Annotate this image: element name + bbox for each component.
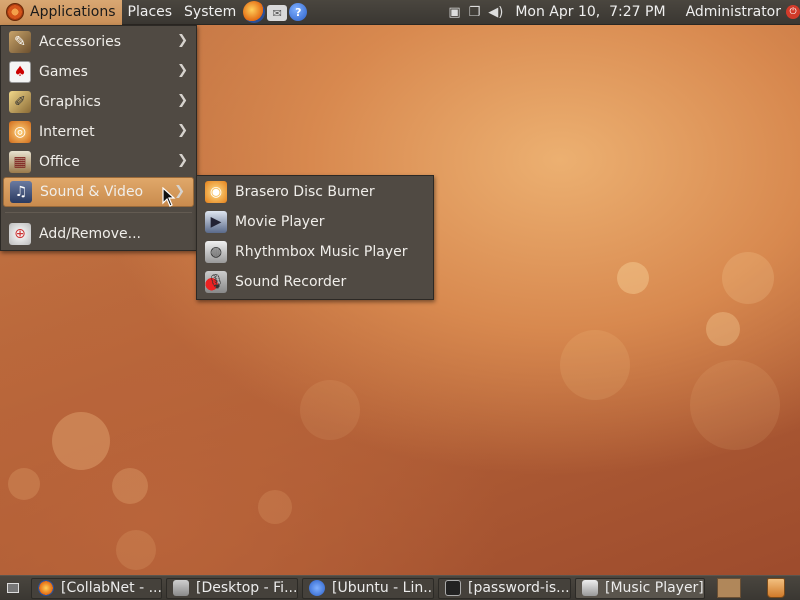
menu-item-internet[interactable]: ◎ Internet ❯ bbox=[1, 117, 196, 147]
folder-icon bbox=[173, 580, 189, 596]
menu-item-label: Games bbox=[39, 64, 88, 80]
help-icon bbox=[309, 580, 325, 596]
menu-item-label: Accessories bbox=[39, 34, 122, 50]
menu-item-label: Internet bbox=[39, 124, 95, 140]
brasero-icon: ◉ bbox=[205, 181, 227, 203]
menu-item-add-remove[interactable]: ⊕ Add/Remove... bbox=[1, 219, 196, 249]
music-player-icon bbox=[582, 580, 598, 596]
wallpaper-bokeh bbox=[722, 252, 774, 304]
menu-item-brasero[interactable]: ◉ Brasero Disc Burner bbox=[197, 177, 433, 207]
taskbar-button-label: [Ubuntu - Lin... bbox=[332, 580, 434, 596]
applications-menu: ✎ Accessories ❯ ♠ Games ❯ ✐ Graphics ❯ ◎… bbox=[0, 25, 197, 251]
taskbar-button-terminal[interactable]: [password-is... bbox=[438, 577, 571, 599]
taskbar-button-label: [CollabNet - ... bbox=[61, 580, 162, 596]
wallpaper-bokeh bbox=[52, 412, 110, 470]
top-panel: Applications Places System ✉ ? ▣ ❐ ◀) Mo… bbox=[0, 0, 800, 25]
menu-item-label: Add/Remove... bbox=[39, 226, 141, 242]
taskbar-button-desktop[interactable]: [Desktop - Fi... bbox=[166, 577, 298, 599]
show-desktop-button[interactable] bbox=[3, 578, 23, 598]
wallpaper-bokeh bbox=[560, 330, 630, 400]
menu-separator bbox=[5, 212, 192, 213]
firefox-icon bbox=[38, 580, 54, 596]
wallpaper-bokeh bbox=[690, 360, 780, 450]
places-menu-label: Places bbox=[127, 4, 173, 20]
chevron-right-icon: ❯ bbox=[177, 93, 188, 108]
system-menu-button[interactable]: System bbox=[178, 0, 242, 25]
help-icon[interactable]: ? bbox=[289, 3, 308, 21]
menu-item-label: Brasero Disc Burner bbox=[235, 184, 375, 200]
internet-icon: ◎ bbox=[9, 121, 31, 143]
window-list-icon[interactable]: ❐ bbox=[469, 5, 481, 20]
menu-item-movie-player[interactable]: ▶ Movie Player bbox=[197, 207, 433, 237]
network-icon[interactable]: ▣ bbox=[448, 5, 460, 20]
show-desktop-icon bbox=[7, 583, 19, 593]
office-icon: ▦ bbox=[9, 151, 31, 173]
menu-item-label: Sound Recorder bbox=[235, 274, 347, 290]
menu-item-label: Sound & Video bbox=[40, 184, 144, 200]
firefox-icon[interactable] bbox=[243, 1, 266, 23]
taskbar-button-music-player[interactable]: [Music Player] bbox=[575, 577, 705, 599]
wallpaper-bokeh bbox=[116, 530, 156, 570]
chevron-right-icon: ❯ bbox=[177, 63, 188, 78]
menu-item-label: Movie Player bbox=[235, 214, 325, 230]
clock[interactable]: Mon Apr 10, 7:27 PM bbox=[515, 4, 665, 20]
menu-item-sound-recorder[interactable]: 🎙 Sound Recorder bbox=[197, 267, 433, 297]
movie-player-icon: ▶ bbox=[205, 211, 227, 233]
taskbar-button-collabnet[interactable]: [CollabNet - ... bbox=[31, 577, 162, 599]
games-icon: ♠ bbox=[9, 61, 31, 83]
applications-menu-button[interactable]: Applications bbox=[0, 0, 122, 25]
rhythmbox-icon: ◍ bbox=[205, 241, 227, 263]
taskbar-button-label: [Music Player] bbox=[605, 580, 704, 596]
graphics-icon: ✐ bbox=[9, 91, 31, 113]
volume-icon[interactable]: ◀) bbox=[488, 5, 503, 20]
help-glyph: ? bbox=[295, 5, 302, 19]
chevron-right-icon: ❯ bbox=[177, 33, 188, 48]
menu-item-label: Office bbox=[39, 154, 80, 170]
places-menu-button[interactable]: Places bbox=[122, 0, 179, 25]
ubuntu-logo-icon bbox=[6, 3, 24, 21]
wallpaper-bokeh bbox=[112, 468, 148, 504]
taskbar-button-label: [password-is... bbox=[468, 580, 570, 596]
system-menu-label: System bbox=[184, 4, 237, 20]
power-icon[interactable]: ⏻ bbox=[786, 5, 800, 19]
add-remove-icon: ⊕ bbox=[9, 223, 31, 245]
menu-item-label: Graphics bbox=[39, 94, 101, 110]
mouse-cursor-icon bbox=[162, 187, 176, 207]
taskbar-button-ubuntu-help[interactable]: [Ubuntu - Lin... bbox=[302, 577, 434, 599]
accessories-icon: ✎ bbox=[9, 31, 31, 53]
wallpaper-bokeh bbox=[300, 380, 360, 440]
user-switcher[interactable]: Administrator ⏻ bbox=[686, 4, 800, 20]
terminal-icon bbox=[445, 580, 461, 596]
chevron-right-icon: ❯ bbox=[177, 123, 188, 138]
wallpaper-bokeh bbox=[617, 262, 649, 294]
menu-item-rhythmbox[interactable]: ◍ Rhythmbox Music Player bbox=[197, 237, 433, 267]
menu-item-games[interactable]: ♠ Games ❯ bbox=[1, 57, 196, 87]
sound-recorder-icon: 🎙 bbox=[205, 271, 227, 293]
sound-video-submenu: ◉ Brasero Disc Burner ▶ Movie Player ◍ R… bbox=[196, 175, 434, 300]
menu-item-accessories[interactable]: ✎ Accessories ❯ bbox=[1, 27, 196, 57]
bottom-panel: [CollabNet - ... [Desktop - Fi... [Ubunt… bbox=[0, 575, 800, 600]
wallpaper-bokeh bbox=[8, 468, 40, 500]
trash-icon[interactable] bbox=[767, 578, 785, 598]
menu-item-graphics[interactable]: ✐ Graphics ❯ bbox=[1, 87, 196, 117]
workspace-switcher[interactable] bbox=[717, 578, 741, 598]
menu-item-office[interactable]: ▦ Office ❯ bbox=[1, 147, 196, 177]
chevron-right-icon: ❯ bbox=[177, 153, 188, 168]
taskbar-button-label: [Desktop - Fi... bbox=[196, 580, 298, 596]
user-name: Administrator bbox=[685, 4, 781, 20]
applications-menu-label: Applications bbox=[30, 4, 116, 20]
mail-icon[interactable]: ✉ bbox=[267, 5, 288, 21]
sound-video-icon: ♫ bbox=[10, 181, 32, 203]
menu-item-label: Rhythmbox Music Player bbox=[235, 244, 408, 260]
wallpaper-bokeh bbox=[258, 490, 292, 524]
wallpaper-bokeh bbox=[706, 312, 740, 346]
